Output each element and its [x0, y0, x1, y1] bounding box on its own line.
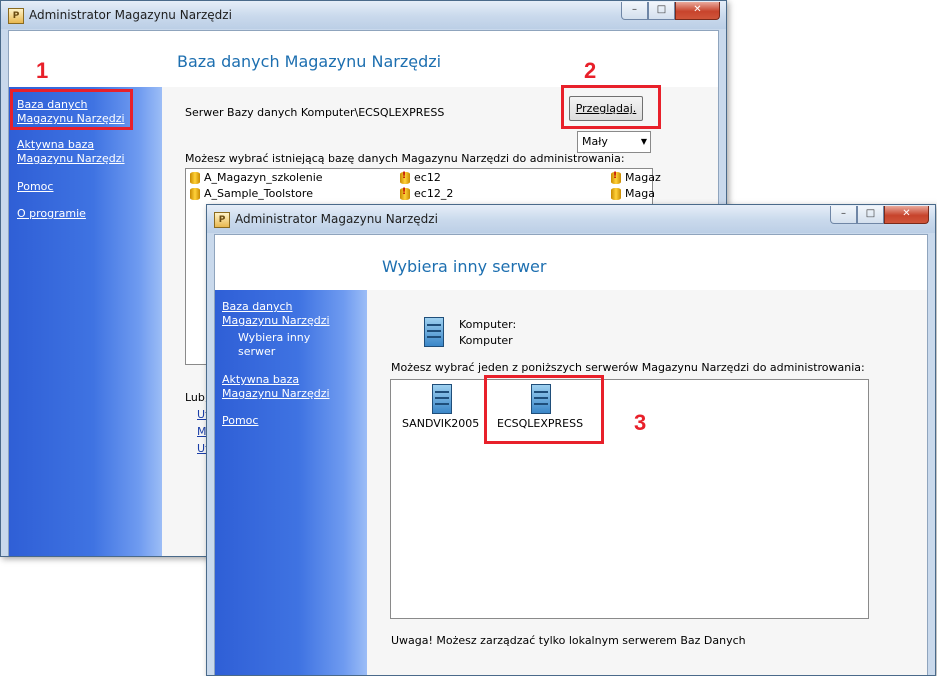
database-icon — [190, 172, 200, 184]
sidebar-item-active-db[interactable]: Aktywna baza Magazynu Narzędzi — [17, 138, 137, 166]
close-button[interactable]: ✕ — [884, 206, 929, 224]
dialog-title: Wybiera inny serwer — [382, 257, 547, 276]
server-item[interactable]: SANDVIK2005 — [402, 417, 479, 430]
chevron-down-icon: ▼ — [640, 137, 647, 146]
sidebar-item-active-db[interactable]: Aktywna baza Magazynu Narzędzi — [222, 373, 332, 401]
server-icon — [432, 384, 452, 414]
database-warning-icon — [400, 187, 410, 200]
database-warning-icon — [400, 171, 410, 184]
size-select-value: Mały — [582, 135, 608, 148]
sidebar-item-help[interactable]: Pomoc — [222, 414, 258, 428]
annotation-box-3 — [484, 375, 604, 444]
sidebar-item-about[interactable]: O programie — [17, 207, 86, 221]
computer-label: Komputer: — [459, 318, 517, 331]
db-item[interactable]: A_Sample_Toolstore — [204, 187, 313, 200]
app-icon: P — [8, 8, 24, 24]
main-window-titlebar: P Administrator Magazynu Narzędzi – □ ✕ — [1, 1, 726, 29]
db-item[interactable]: Magaz — [625, 171, 661, 184]
annotation-number-3: 3 — [634, 410, 647, 435]
annotation-box-1 — [10, 89, 133, 130]
or-label: Lub, — [185, 391, 209, 404]
maximize-button[interactable]: □ — [648, 2, 675, 20]
computer-server-icon — [424, 317, 444, 347]
server-label: Serwer Bazy danych Komputer\ECSQLEXPRESS — [185, 106, 445, 119]
app-icon: P — [214, 212, 230, 228]
database-warning-icon — [611, 171, 621, 184]
main-window-title: Administrator Magazynu Narzędzi — [29, 8, 232, 22]
size-select[interactable]: Mały ▼ — [577, 131, 651, 153]
database-icon — [611, 188, 621, 200]
annotation-box-2 — [561, 85, 661, 129]
server-dialog-client: Wybiera inny serwer Baza danych Magazynu… — [214, 234, 928, 675]
db-item[interactable]: Maga — [625, 187, 655, 200]
db-list-label: Możesz wybrać istniejącą bazę danych Mag… — [185, 152, 625, 165]
minimize-button[interactable]: – — [621, 2, 648, 20]
maximize-button[interactable]: □ — [857, 206, 884, 224]
annotation-number-2: 2 — [584, 58, 597, 83]
db-item[interactable]: A_Magazyn_szkolenie — [204, 171, 323, 184]
db-item[interactable]: ec12 — [414, 171, 441, 184]
db-item[interactable]: ec12_2 — [414, 187, 453, 200]
page-title: Baza danych Magazynu Narzędzi — [177, 52, 442, 71]
server-dialog-titlebar: P Administrator Magazynu Narzędzi – □ ✕ — [207, 205, 935, 233]
computer-value: Komputer — [459, 334, 513, 347]
database-icon — [190, 188, 200, 200]
warning-text: Uwaga! Możesz zarządzać tylko lokalnym s… — [391, 634, 746, 647]
sidebar-item-help[interactable]: Pomoc — [17, 180, 53, 194]
annotation-number-1: 1 — [36, 58, 49, 83]
close-button[interactable]: ✕ — [675, 2, 720, 20]
sidebar-item-database[interactable]: Baza danych Magazynu Narzędzi — [222, 300, 332, 328]
sidebar-item-select-server: Wybiera inny serwer — [238, 331, 311, 358]
server-dialog-title: Administrator Magazynu Narzędzi — [235, 212, 438, 226]
minimize-button[interactable]: – — [830, 206, 857, 224]
dialog-sidebar: Baza danych Magazynu Narzędzi Wybiera in… — [215, 290, 367, 675]
servers-label: Możesz wybrać jeden z poniższych serweró… — [391, 361, 865, 374]
sidebar: Baza danych Magazynu Narzędzi Aktywna ba… — [9, 87, 162, 556]
server-list[interactable]: SANDVIK2005 ECSQLEXPRESS — [390, 379, 869, 619]
